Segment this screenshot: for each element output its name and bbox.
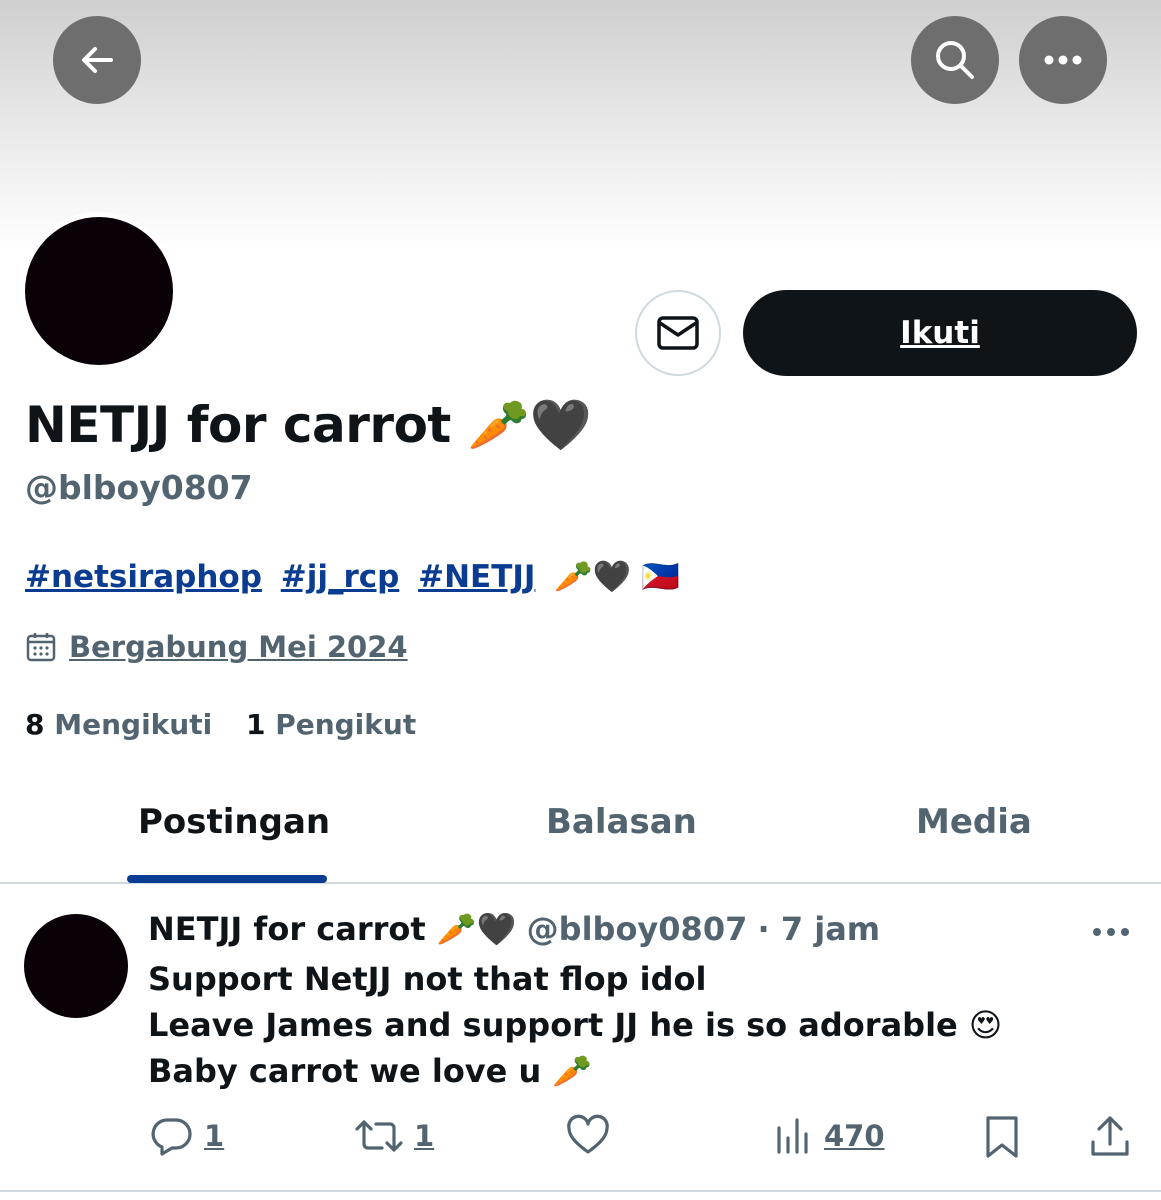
- tweet-author-handle[interactable]: @blboy0807: [527, 910, 748, 948]
- divider: [0, 1190, 1161, 1192]
- mail-icon: [657, 316, 699, 350]
- tweet-line: Baby carrot we love u 🥕: [148, 1052, 593, 1090]
- followers-count: 1: [245, 708, 266, 741]
- reply-button[interactable]: 1: [150, 1114, 224, 1158]
- more-button[interactable]: [1019, 16, 1107, 104]
- back-button[interactable]: [53, 16, 141, 104]
- tweet-text: Support NetJJ not that flop idol Leave J…: [148, 956, 1002, 1094]
- followers-label: Pengikut: [275, 708, 417, 741]
- search-button[interactable]: [911, 16, 999, 104]
- message-button[interactable]: [635, 290, 721, 376]
- tweet-header: NETJJ for carrot 🥕🖤 @blboy0807 · 7 jam: [148, 910, 880, 948]
- tab-posts[interactable]: Postingan: [138, 802, 330, 842]
- bio-hashtag-jj-rcp[interactable]: #jj_rcp: [281, 559, 400, 595]
- repost-button[interactable]: 1: [354, 1114, 434, 1158]
- avatar-image: [25, 217, 173, 365]
- tweet-author-name[interactable]: NETJJ for carrot 🥕🖤: [148, 910, 516, 948]
- tweet[interactable]: NETJJ for carrot 🥕🖤 @blboy0807 · 7 jam S…: [0, 886, 1161, 1200]
- tweet-more-button[interactable]: [1092, 922, 1130, 941]
- tab-replies[interactable]: Balasan: [546, 802, 697, 842]
- tweet-actions: 1 1 470: [0, 1114, 1161, 1164]
- following-link[interactable]: 8 Mengikuti: [25, 708, 212, 741]
- search-icon: [936, 41, 974, 79]
- followers-link[interactable]: 1 Pengikut: [246, 708, 416, 741]
- reply-icon: [151, 1118, 192, 1156]
- bookmark-icon: [986, 1116, 1018, 1158]
- tweet-line: Support NetJJ not that flop idol: [148, 960, 707, 998]
- views-button[interactable]: 470: [774, 1114, 885, 1158]
- tweet-line: Leave James and support JJ he is so ador…: [148, 1006, 1003, 1044]
- profile-bio: #netsiraphop #jj_rcp #NETJJ 🥕🖤 🇵🇭: [25, 558, 680, 595]
- follow-stats: 8 Mengikuti 1 Pengikut: [25, 708, 440, 741]
- profile-page: Ikuti NETJJ for carrot 🥕🖤 @blboy0807 #ne…: [0, 0, 1161, 1200]
- heart-icon: [567, 1114, 609, 1154]
- profile-display-name: NETJJ for carrot 🥕🖤: [25, 396, 592, 454]
- more-horizontal-icon: [1044, 55, 1082, 65]
- repost-icon: [355, 1120, 403, 1152]
- joined-date: Bergabung Mei 2024: [25, 630, 408, 664]
- tab-media[interactable]: Media: [916, 802, 1032, 842]
- tweet-time: · 7 jam: [757, 910, 881, 948]
- tweet-avatar[interactable]: [24, 914, 128, 1018]
- views-icon: [777, 1118, 808, 1154]
- profile-tabs: Postingan Balasan Media: [0, 770, 1161, 884]
- arrow-left-icon: [82, 47, 113, 73]
- following-count: 8: [25, 708, 45, 741]
- follow-button[interactable]: Ikuti: [743, 290, 1137, 376]
- following-label: Mengikuti: [54, 708, 213, 741]
- profile-avatar[interactable]: [20, 212, 178, 370]
- bio-emoji: 🥕🖤 🇵🇭: [554, 559, 680, 595]
- calendar-icon: [26, 633, 56, 662]
- repost-count: 1: [414, 1119, 435, 1153]
- bio-hashtag-netjj[interactable]: #NETJJ: [418, 559, 535, 595]
- share-icon: [1091, 1116, 1129, 1156]
- bookmark-button[interactable]: [982, 1114, 1022, 1160]
- views-count: 470: [824, 1119, 885, 1153]
- more-horizontal-icon: [1093, 928, 1129, 936]
- like-button[interactable]: [566, 1114, 610, 1158]
- joined-text: Bergabung Mei 2024: [69, 630, 408, 664]
- bio-hashtag-netsiraphop[interactable]: #netsiraphop: [25, 559, 262, 595]
- share-button[interactable]: [1088, 1114, 1132, 1160]
- active-tab-indicator: [127, 875, 327, 883]
- reply-count: 1: [204, 1119, 225, 1153]
- profile-handle: @blboy0807: [25, 468, 253, 507]
